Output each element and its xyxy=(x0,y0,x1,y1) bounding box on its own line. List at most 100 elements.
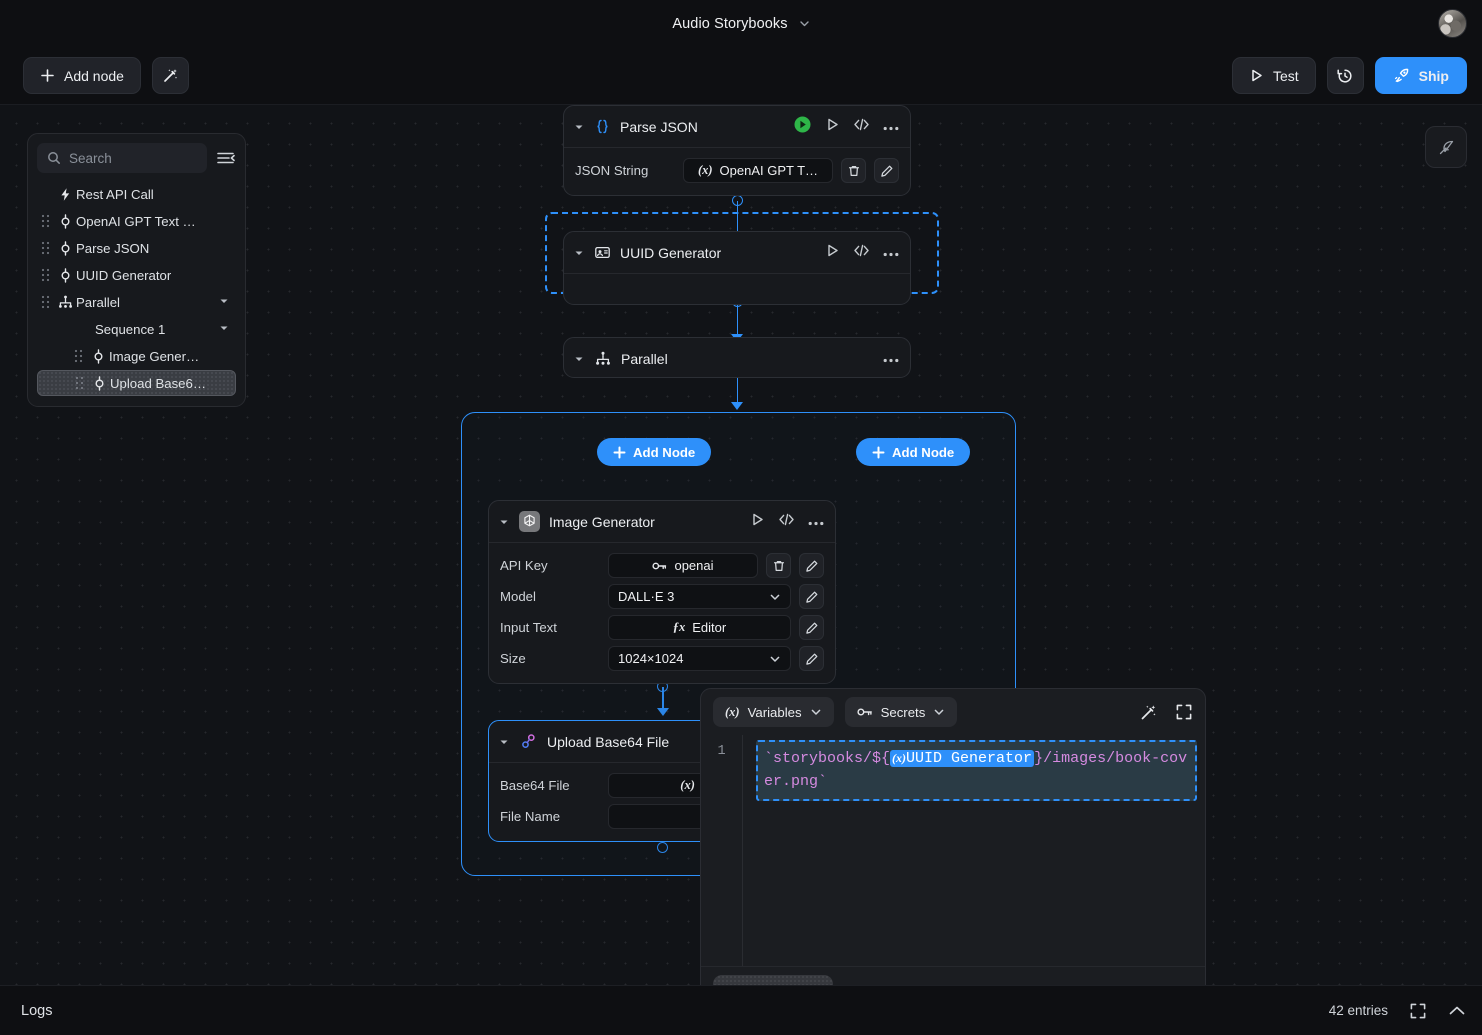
fullscreen-icon[interactable] xyxy=(1175,703,1193,721)
node-parse-json[interactable]: Parse JSON xyxy=(563,105,911,196)
node-uuid-generator-title: UUID Generator xyxy=(620,245,721,261)
node-image-generator[interactable]: Image Generator API Key xyxy=(488,500,836,684)
secrets-dropdown[interactable]: Secrets xyxy=(845,697,958,727)
code-scroll[interactable]: `storybooks/${(x)UUID Generator}/images/… xyxy=(743,735,1205,966)
sidebar-item-image-gener[interactable]: Image Gener… xyxy=(37,343,236,369)
edge-parsejson-uuid xyxy=(737,201,739,235)
sidebar-item-parallel[interactable]: Parallel xyxy=(37,289,236,315)
workflow-canvas[interactable]: Search Rest API CallOpenAI GPT Text …Par… xyxy=(0,105,1482,985)
node-dot-icon xyxy=(54,241,76,256)
pencil-icon[interactable] xyxy=(799,553,824,578)
param-model-value[interactable]: DALL·E 3 xyxy=(608,584,791,609)
trash-icon[interactable] xyxy=(766,553,791,578)
sidebar-item-openai-gpt-text[interactable]: OpenAI GPT Text … xyxy=(37,208,236,234)
sidebar-item-rest-api-call[interactable]: Rest API Call xyxy=(37,181,236,207)
magic-wand-button[interactable] xyxy=(152,57,189,94)
code-icon[interactable] xyxy=(853,117,870,137)
id-card-icon xyxy=(594,244,611,261)
more-icon[interactable] xyxy=(883,244,899,262)
pencil-icon[interactable] xyxy=(874,158,899,183)
sidebar-item-parse-json[interactable]: Parse JSON xyxy=(37,235,236,261)
plus-icon xyxy=(613,446,626,459)
pencil-icon[interactable] xyxy=(799,584,824,609)
sidebar-item-label: Rest API Call xyxy=(76,187,154,202)
param-model-label: Model xyxy=(500,589,600,604)
caret-down-icon[interactable] xyxy=(218,295,230,310)
run-success-icon[interactable] xyxy=(793,115,812,139)
add-node-button[interactable]: Add node xyxy=(23,57,141,94)
caret-down-icon[interactable] xyxy=(573,353,585,365)
test-button[interactable]: Test xyxy=(1232,57,1316,94)
param-api-key-value[interactable]: openai xyxy=(608,553,758,578)
play-icon[interactable] xyxy=(750,512,765,532)
pencil-icon[interactable] xyxy=(799,646,824,671)
drag-handle-icon[interactable] xyxy=(71,376,88,390)
caret-down-icon[interactable] xyxy=(573,121,585,133)
fullscreen-icon[interactable] xyxy=(1409,1002,1427,1020)
edge-arrow-container xyxy=(731,402,743,410)
add-node-branch-2[interactable]: Add Node xyxy=(856,438,970,466)
magic-wand-icon[interactable] xyxy=(1139,703,1158,722)
drag-handle-icon[interactable] xyxy=(37,295,54,309)
play-icon xyxy=(1249,68,1264,83)
search-input[interactable]: Search xyxy=(37,143,207,173)
node-parallel[interactable]: Parallel xyxy=(563,337,911,378)
play-icon[interactable] xyxy=(825,243,840,263)
lightning-icon xyxy=(54,187,76,202)
code-icon[interactable] xyxy=(778,512,795,532)
pencil-icon[interactable] xyxy=(799,615,824,640)
chevron-up-icon[interactable] xyxy=(1448,1004,1466,1017)
node-uuid-generator-body xyxy=(564,273,910,304)
add-node-branch-1[interactable]: Add Node xyxy=(597,438,711,466)
sidebar-item-label: Image Gener… xyxy=(109,349,199,364)
avatar[interactable] xyxy=(1438,9,1467,38)
drag-handle-icon[interactable] xyxy=(70,349,87,363)
more-icon[interactable] xyxy=(883,350,899,368)
project-title-dropdown[interactable]: Audio Storybooks xyxy=(672,16,809,32)
feather-pen-button[interactable] xyxy=(1425,126,1467,168)
node-uuid-generator-header[interactable]: UUID Generator xyxy=(564,232,910,273)
node-uuid-generator[interactable]: UUID Generator xyxy=(563,231,911,305)
ship-button[interactable]: Ship xyxy=(1375,57,1467,94)
node-parallel-header[interactable]: Parallel xyxy=(564,338,910,378)
sidebar-item-uuid-generator[interactable]: UUID Generator xyxy=(37,262,236,288)
node-image-generator-header[interactable]: Image Generator xyxy=(489,501,835,542)
node-parse-json-body: JSON String (x) OpenAI GPT T… xyxy=(564,147,910,195)
trash-icon[interactable] xyxy=(841,158,866,183)
history-button[interactable] xyxy=(1327,57,1364,94)
more-icon[interactable] xyxy=(808,513,824,531)
drag-handle-icon[interactable] xyxy=(37,241,54,255)
collapse-panel-icon[interactable] xyxy=(214,150,236,166)
param-json-string-value[interactable]: (x) OpenAI GPT T… xyxy=(683,158,833,183)
sidebar-item-sequence-1[interactable]: Sequence 1 xyxy=(37,316,236,342)
code-icon[interactable] xyxy=(853,243,870,263)
code-editor-area[interactable]: 1 `storybooks/${(x)UUID Generator}/image… xyxy=(701,735,1205,966)
param-model: Model DALL·E 3 xyxy=(500,583,824,610)
expression-editor-panel[interactable]: (x) Variables Secrets xyxy=(700,688,1206,1015)
drag-handle-icon[interactable] xyxy=(37,214,54,228)
node-upload-base64-title: Upload Base64 File xyxy=(547,734,669,750)
chevron-down-icon xyxy=(810,706,822,718)
braces-icon xyxy=(594,118,611,135)
param-input-text-value[interactable]: ƒx Editor xyxy=(608,615,791,640)
sidebar-item-upload-base6[interactable]: Upload Base6… xyxy=(37,370,236,396)
variable-chip-uuid-generator[interactable]: (x)UUID Generator xyxy=(890,750,1034,767)
node-image-generator-actions xyxy=(750,512,824,532)
variables-dropdown[interactable]: (x) Variables xyxy=(713,697,834,727)
caret-down-icon[interactable] xyxy=(498,516,510,528)
drag-handle-icon[interactable] xyxy=(37,268,54,282)
chevron-down-icon xyxy=(933,706,945,718)
variable-icon: (x) xyxy=(725,705,740,720)
play-icon[interactable] xyxy=(825,117,840,137)
caret-down-icon[interactable] xyxy=(218,322,230,337)
node-tree: Rest API Call OpenAI GPT Text …Parse JSON… xyxy=(37,181,236,396)
caret-down-icon[interactable] xyxy=(573,247,585,259)
node-parse-json-header[interactable]: Parse JSON xyxy=(564,106,910,147)
page-title: Audio Storybooks xyxy=(672,16,787,32)
code-expression[interactable]: `storybooks/${(x)UUID Generator}/images/… xyxy=(756,740,1197,801)
logs-label[interactable]: Logs xyxy=(21,1003,52,1019)
caret-down-icon[interactable] xyxy=(498,736,510,748)
more-icon[interactable] xyxy=(883,118,899,136)
node-parse-json-actions xyxy=(793,115,899,139)
param-size-value[interactable]: 1024×1024 xyxy=(608,646,791,671)
